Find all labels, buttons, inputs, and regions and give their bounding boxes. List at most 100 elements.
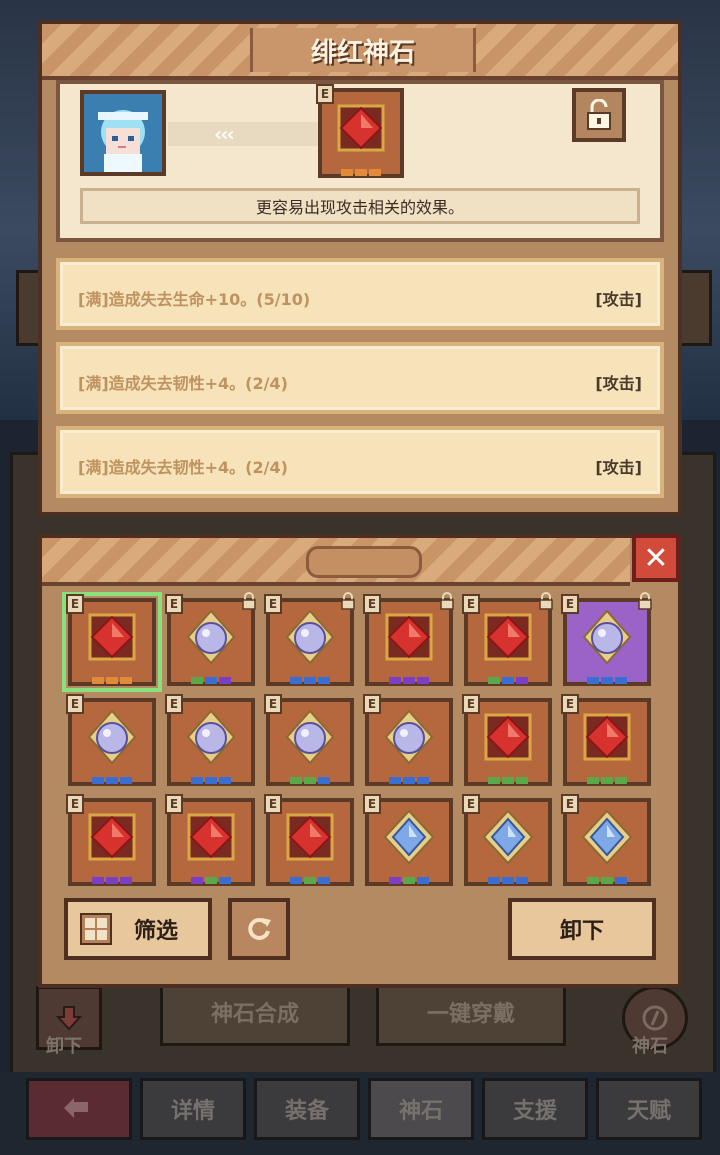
gem-level-dots [92,677,132,684]
close-button[interactable]: ✕ [632,534,680,582]
gem-slot[interactable]: E [462,694,552,786]
gem-slot[interactable]: E [363,592,454,686]
gem-level-dots [389,777,429,784]
unequip-button[interactable]: 卸下 [508,898,656,960]
character-avatar-icon [84,94,162,172]
equip-badge: E [66,694,84,714]
equip-badge: E [561,794,579,814]
lock-icon [242,592,256,610]
lock-icon [638,592,652,610]
effect-text: [满]造成失去韧性+4。(2/4) [78,374,288,393]
filter-button[interactable]: 筛选 [64,898,212,960]
tab-talent[interactable]: 天赋 [596,1078,702,1140]
gem-level-dots [389,677,429,684]
pearl-gem-icon [186,709,236,765]
pearl-gem-icon [186,609,236,665]
equip-badge: E [561,694,579,714]
ruby-gem-icon [88,813,136,861]
back-arrow-icon [64,1098,88,1118]
tab-equipment[interactable]: 装备 [254,1078,360,1140]
sapphire-gem-icon [581,809,633,865]
sapphire-gem-icon [482,809,534,865]
tab-details[interactable]: 详情 [140,1078,246,1140]
equip-badge: E [165,594,183,614]
gem-slot[interactable]: E [264,694,354,786]
gem-slot[interactable]: E [561,592,652,686]
gem-level-dots [488,677,528,684]
equip-badge: E [462,794,480,814]
effect-text: [满]造成失去生命+10。(5/10) [78,290,311,309]
gem-slot[interactable]: E [66,694,156,786]
arrow-down-icon [55,1006,83,1031]
gem-slot[interactable]: E [462,592,553,686]
equip-all-button[interactable]: 一键穿戴 [376,978,566,1046]
gem-level-dots [290,677,330,684]
unequip-corner-label: 卸下 [46,1036,82,1057]
gem-level-dots [341,169,381,176]
equip-badge: E [264,694,282,714]
gem-slot[interactable]: E [264,592,355,686]
gem-slot[interactable]: E [462,794,552,886]
ruby-gem-icon [286,813,334,861]
effect-row: [满]造成失去韧性+4。(2/4) [攻击] [56,342,664,414]
gem-slot[interactable]: E [66,794,156,886]
gem-slot[interactable]: E [62,592,162,692]
ruby-gem-icon [337,104,385,152]
gem-slot[interactable]: E [363,694,453,786]
equip-arrow-track: ‹‹‹ [168,122,318,146]
equip-badge: E [462,594,480,614]
equip-badge: E [363,594,381,614]
equipped-gem-slot[interactable]: E [316,84,404,178]
grid-filter-icon [80,913,112,945]
lock-icon [440,592,454,610]
back-button[interactable] [26,1078,132,1140]
gem-level-dots [488,877,528,884]
gem-level-dots [92,877,132,884]
ruby-gem-icon [385,613,433,661]
gem-slot[interactable]: E [561,794,651,886]
gem-slot[interactable]: E [165,794,255,886]
gem-slot[interactable]: E [165,694,255,786]
equip-badge: E [316,84,334,104]
gem-level-dots [191,677,231,684]
refresh-button[interactable] [228,898,290,960]
lock-icon [341,592,355,610]
effect-tag: [攻击] [595,374,642,393]
gem-level-dots [488,777,528,784]
lock-icon [539,592,553,610]
effect-tag: [攻击] [595,290,642,309]
effect-row: [满]造成失去生命+10。(5/10) [攻击] [56,258,664,330]
pearl-gem-icon [285,609,335,665]
character-portrait[interactable] [80,90,166,176]
tab-gems[interactable]: 神石 [368,1078,474,1140]
gem-level-dots [290,777,330,784]
equip-badge: E [66,594,84,614]
tab-support[interactable]: 支援 [482,1078,588,1140]
pearl-gem-icon [285,709,335,765]
ruby-gem-icon [88,613,136,661]
pearl-gem-icon [582,609,632,665]
equip-badge: E [165,794,183,814]
gem-level-dots [389,877,429,884]
equip-badge: E [165,694,183,714]
gem-circle-icon [642,1005,668,1031]
gem-description: 更容易出现攻击相关的效果。 [80,188,640,224]
equip-badge: E [462,694,480,714]
gem-level-dots [290,877,330,884]
refresh-icon [248,917,271,940]
gem-synthesis-button[interactable]: 神石合成 [160,978,350,1046]
gem-slot[interactable]: E [165,592,256,686]
unlock-icon [587,99,611,130]
ruby-gem-icon [484,713,532,761]
gem-slot[interactable]: E [363,794,453,886]
equip-badge: E [363,694,381,714]
equip-badge: E [264,594,282,614]
gem-slot[interactable]: E [264,794,354,886]
modal-title: 绯红神石 [250,28,476,72]
gem-slot[interactable]: E [561,694,651,786]
effect-tag: [攻击] [595,458,642,477]
lock-toggle-button[interactable] [572,88,626,142]
ruby-gem-icon [484,613,532,661]
pearl-gem-icon [87,709,137,765]
sapphire-gem-icon [383,809,435,865]
